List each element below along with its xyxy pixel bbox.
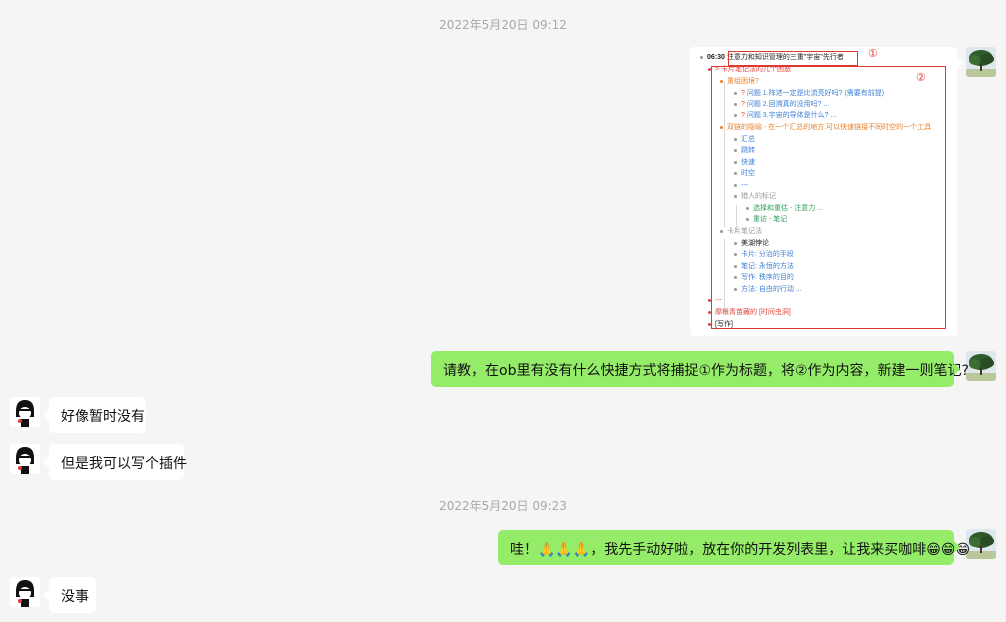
timestamp: 2022年5月20日 09:12 — [439, 18, 567, 32]
tree-avatar-icon — [966, 351, 996, 381]
bubble-tail — [954, 541, 960, 553]
cartoon-avatar-icon — [10, 577, 40, 607]
my-avatar[interactable] — [966, 47, 996, 77]
my-avatar[interactable] — [966, 351, 996, 381]
marker-2: ② — [916, 72, 926, 84]
message-bubble-reply[interactable]: 没事 — [49, 577, 96, 613]
cartoon-avatar-icon — [10, 444, 40, 474]
contact-avatar[interactable] — [10, 577, 40, 607]
contact-avatar[interactable] — [10, 397, 40, 427]
tree-avatar-icon — [966, 529, 996, 559]
tree-avatar-icon — [966, 47, 996, 77]
contact-avatar[interactable] — [10, 444, 40, 474]
cartoon-avatar-icon — [10, 397, 40, 427]
bubble-tail — [954, 363, 960, 375]
highlight-box-1 — [728, 51, 858, 66]
message-bubble-reply[interactable]: 但是我可以写个插件 — [49, 444, 187, 480]
highlight-box-2 — [711, 66, 946, 329]
timestamp: 2022年5月20日 09:23 — [439, 499, 567, 513]
my-avatar[interactable] — [966, 529, 996, 559]
message-bubble-thanks[interactable]: 哇！🙏🙏🙏，我先手动好啦，放在你的开发列表里，让我来买咖啡😁😁😁 — [498, 530, 970, 565]
bubble-tail — [957, 57, 963, 69]
message-bubble-question[interactable]: 请教，在ob里有没有什么快捷方式将捕捉①作为标题，将②作为内容，新建一则笔记? — [431, 351, 969, 387]
message-bubble-reply[interactable]: 好像暂时没有 — [49, 397, 146, 433]
image-message[interactable]: 06:30 注意力和知识管理的三重"宇宙"先行者 > 卡片笔记法的几个困惑 重组… — [690, 47, 957, 336]
marker-1: ① — [868, 48, 878, 60]
